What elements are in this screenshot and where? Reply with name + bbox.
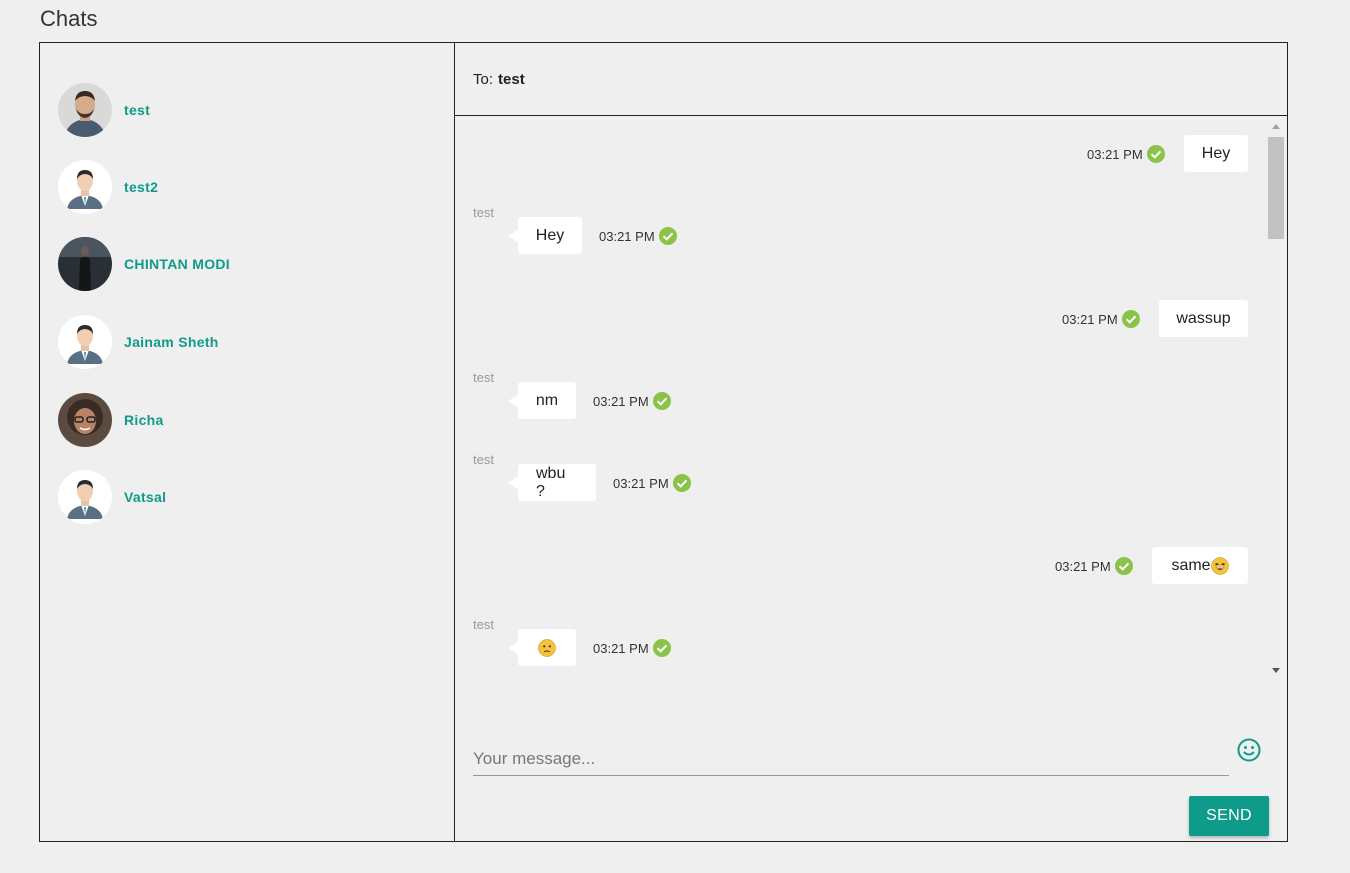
message-row: test 03:21 PM [455,617,1267,669]
contact-item[interactable]: Richa [40,381,454,459]
avatar [58,82,112,137]
message-row: test wbu ? 03:21 PM [455,452,1267,504]
message-time: 03:21 PM [593,640,649,656]
message-text: Hey [535,226,565,244]
contact-name: test [124,101,151,118]
contact-name: Vatsal [124,489,167,506]
check-icon [1121,310,1140,328]
send-button[interactable]: SEND [1189,796,1269,836]
message-meta: 03:21 PM [1055,557,1133,575]
message-bubble [508,629,576,666]
message-time: 03:21 PM [1055,558,1111,574]
message-meta: 03:21 PM [593,392,671,410]
message-sender: test [473,617,494,632]
contact-list: test test2 CHINTAN MODI Jainam Sheth Ric… [40,43,455,841]
scroll-up-arrow-icon[interactable] [1272,124,1280,129]
page-title: Chats [40,6,98,31]
chat-window: test test2 CHINTAN MODI Jainam Sheth Ric… [39,42,1288,842]
avatar [58,392,112,447]
contact-item[interactable]: test [40,71,454,148]
contact-item[interactable]: CHINTAN MODI [40,226,454,304]
message-text: Hey [1201,144,1231,162]
contact-item[interactable]: Vatsal [40,458,454,536]
avatar [58,470,112,525]
scroll-down-arrow-icon[interactable] [1272,668,1280,673]
check-icon [652,639,671,657]
message-time: 03:21 PM [599,228,655,244]
conversation-header: To: test [455,43,1287,116]
contact-item[interactable]: test2 [40,148,454,226]
check-icon [1114,557,1133,575]
recipient-name: test [498,70,525,88]
message-time: 03:21 PM [1087,146,1143,162]
message-sender: test [473,452,494,467]
message-meta: 03:21 PM [1087,145,1165,163]
check-icon [672,474,691,492]
avatar [58,159,112,214]
contact-item[interactable]: Jainam Sheth [40,303,454,381]
message-meta: 03:21 PM [599,227,677,245]
scroll-thumb[interactable] [1268,137,1284,239]
message-row: 03:21 PM Hey [455,135,1267,175]
message-row: test Hey 03:21 PM [455,205,1267,257]
message-row: test nm 03:21 PM [455,370,1267,422]
message-bubble: wassup [1159,300,1248,337]
check-icon [658,227,677,245]
message-time: 03:21 PM [593,393,649,409]
message-bubble: Hey [1184,135,1248,172]
contact-name: Richa [124,411,164,428]
contact-name: Jainam Sheth [124,333,219,350]
message-input[interactable] [473,735,1229,776]
message-meta: 03:21 PM [1062,310,1140,328]
message-sender: test [473,205,494,220]
message-row: 03:21 PM wassup [455,300,1267,340]
message-row: 03:21 PM same [455,547,1267,587]
laughing-face-icon [1210,556,1229,575]
message-sender: test [473,370,494,385]
message-list[interactable]: 03:21 PM Hey test Hey 03:21 PM 03:21 PM … [455,117,1287,717]
conversation-panel: To: test 03:21 PM Hey test Hey 03:21 PM … [455,43,1287,841]
message-meta: 03:21 PM [613,474,691,492]
message-time: 03:21 PM [613,475,669,491]
message-meta: 03:21 PM [593,639,671,657]
message-text: wbu ? [536,464,566,500]
contact-name: test2 [124,178,159,195]
message-bubble: same [1152,547,1248,584]
message-bubble: wbu ? [508,464,596,501]
check-icon [1146,145,1165,163]
check-icon [652,392,671,410]
avatar [58,314,112,369]
contact-name: CHINTAN MODI [124,256,230,273]
to-label: To: [473,70,494,88]
message-time: 03:21 PM [1062,311,1118,327]
message-text: same [1171,556,1211,574]
avatar [58,237,112,292]
message-bubble: nm [508,382,576,419]
message-scrollbar[interactable] [1267,121,1285,673]
message-text: wassup [1176,309,1231,327]
smiley-icon[interactable] [1236,737,1262,763]
message-bubble: Hey [508,217,582,254]
message-text: nm [535,391,559,409]
confused-face-icon [538,638,556,657]
